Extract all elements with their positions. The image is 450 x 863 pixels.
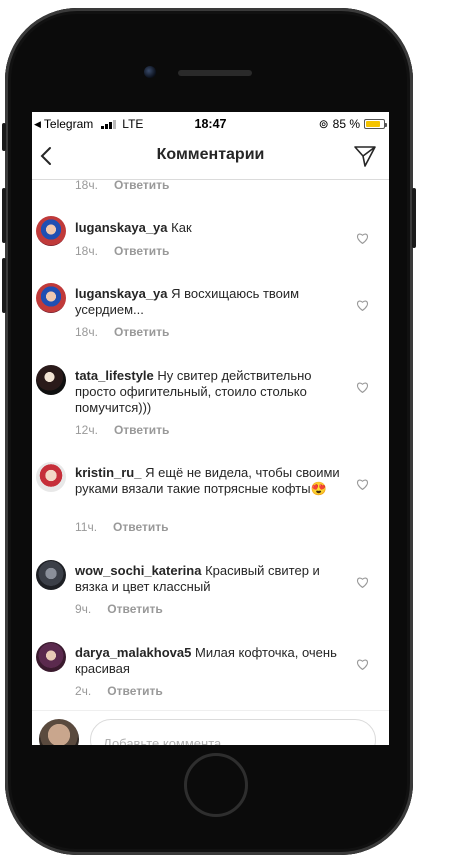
reply-button[interactable]: Ответить (114, 178, 169, 192)
battery-icon (364, 119, 387, 129)
comment-time: 12ч. (75, 423, 98, 437)
my-avatar (39, 719, 79, 745)
comment-time: 18ч. (75, 244, 98, 258)
comment-time: 2ч. (75, 684, 92, 698)
comment-input[interactable]: Добавьте коммента... (90, 719, 376, 745)
partial-comment-meta: 18ч. Ответить (75, 178, 169, 192)
avatar[interactable] (36, 283, 66, 313)
front-camera (144, 66, 156, 78)
reply-button[interactable]: Ответить (113, 520, 168, 534)
like-heart-icon[interactable] (356, 232, 369, 245)
comment-username[interactable]: luganskaya_ya (75, 286, 168, 301)
reply-button[interactable]: Ответить (114, 423, 169, 437)
like-heart-icon[interactable] (356, 381, 369, 394)
status-bar: ◀ Telegram LTE 18:47 ⊚ 85 % (32, 112, 389, 134)
direct-send-icon[interactable] (353, 144, 377, 168)
comment-username[interactable]: luganskaya_ya (75, 220, 168, 235)
mute-switch (2, 123, 6, 151)
home-button[interactable] (184, 753, 248, 817)
avatar[interactable] (36, 365, 66, 395)
avatar[interactable] (36, 642, 66, 672)
avatar[interactable] (36, 462, 66, 492)
earpiece-speaker (178, 70, 252, 76)
power-button (412, 188, 416, 248)
like-heart-icon[interactable] (356, 478, 369, 491)
comment-input-placeholder: Добавьте коммента... (103, 736, 233, 745)
comment-username[interactable]: darya_malakhova5 (75, 645, 191, 660)
reply-button[interactable]: Ответить (107, 602, 162, 616)
screen: ◀ Telegram LTE 18:47 ⊚ 85 % Комментарии … (32, 112, 389, 745)
orientation-lock-icon: ⊚ (318, 117, 329, 131)
like-heart-icon[interactable] (356, 299, 369, 312)
volume-down-button (2, 258, 6, 313)
avatar[interactable] (36, 560, 66, 590)
like-heart-icon[interactable] (356, 658, 369, 671)
comment-username[interactable]: wow_sochi_katerina (75, 563, 201, 578)
comment-username[interactable]: tata_lifestyle (75, 368, 154, 383)
reply-button[interactable]: Ответить (107, 684, 162, 698)
comment-time: 18ч. (75, 178, 98, 192)
comment-time: 18ч. (75, 325, 98, 339)
comment-text: Как (171, 220, 192, 235)
nav-bar: Комментарии (32, 134, 389, 180)
comment-time: 11ч. (75, 520, 98, 534)
avatar[interactable] (36, 216, 66, 246)
like-heart-icon[interactable] (356, 576, 369, 589)
page-title: Комментарии (156, 146, 265, 163)
volume-up-button (2, 188, 6, 243)
reply-button[interactable]: Ответить (114, 244, 169, 258)
comment-time: 9ч. (75, 602, 92, 616)
comment-composer: Добавьте коммента... (32, 710, 389, 745)
battery-percent: 85 % (332, 117, 360, 131)
comment-username[interactable]: kristin_ru_ (75, 465, 141, 480)
reply-button[interactable]: Ответить (114, 325, 169, 339)
